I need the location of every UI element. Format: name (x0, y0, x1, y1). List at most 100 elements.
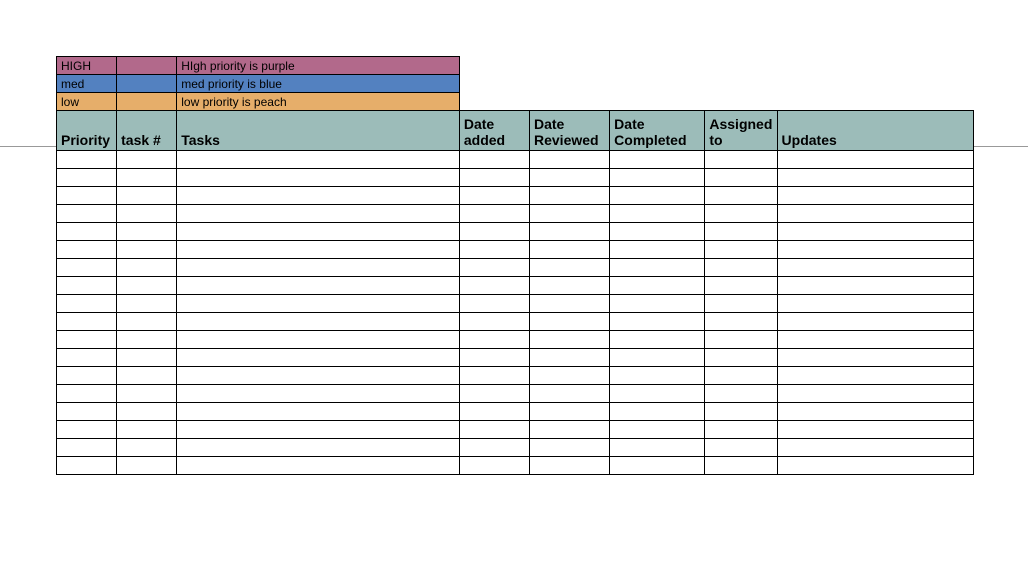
table-cell[interactable] (530, 349, 610, 367)
table-cell[interactable] (459, 349, 529, 367)
table-cell[interactable] (177, 349, 460, 367)
table-cell[interactable] (57, 277, 117, 295)
table-cell[interactable] (459, 313, 529, 331)
table-cell[interactable] (777, 223, 973, 241)
table-cell[interactable] (177, 151, 460, 169)
table-cell[interactable] (117, 187, 177, 205)
table-cell[interactable] (705, 295, 777, 313)
table-cell[interactable] (117, 151, 177, 169)
table-cell[interactable] (777, 277, 973, 295)
table-cell[interactable] (177, 439, 460, 457)
table-cell[interactable] (530, 439, 610, 457)
table-cell[interactable] (459, 151, 529, 169)
table-cell[interactable] (705, 205, 777, 223)
table-cell[interactable] (777, 187, 973, 205)
table-cell[interactable] (777, 295, 973, 313)
table-cell[interactable] (777, 439, 973, 457)
table-cell[interactable] (57, 151, 117, 169)
table-cell[interactable] (459, 205, 529, 223)
table-cell[interactable] (705, 403, 777, 421)
table-cell[interactable] (57, 331, 117, 349)
table-cell[interactable] (117, 421, 177, 439)
table-cell[interactable] (530, 241, 610, 259)
table-cell[interactable] (57, 223, 117, 241)
table-cell[interactable] (777, 385, 973, 403)
table-cell[interactable] (57, 367, 117, 385)
table-cell[interactable] (610, 349, 705, 367)
table-cell[interactable] (117, 349, 177, 367)
table-cell[interactable] (177, 385, 460, 403)
table-cell[interactable] (610, 295, 705, 313)
table-cell[interactable] (459, 385, 529, 403)
table-cell[interactable] (530, 367, 610, 385)
table-cell[interactable] (705, 331, 777, 349)
table-cell[interactable] (777, 313, 973, 331)
table-cell[interactable] (530, 385, 610, 403)
table-cell[interactable] (777, 151, 973, 169)
table-cell[interactable] (177, 187, 460, 205)
table-cell[interactable] (459, 367, 529, 385)
table-cell[interactable] (705, 349, 777, 367)
table-cell[interactable] (459, 295, 529, 313)
table-cell[interactable] (117, 241, 177, 259)
table-cell[interactable] (177, 241, 460, 259)
table-cell[interactable] (117, 403, 177, 421)
table-cell[interactable] (777, 169, 973, 187)
table-cell[interactable] (117, 385, 177, 403)
table-cell[interactable] (705, 241, 777, 259)
table-cell[interactable] (57, 241, 117, 259)
table-cell[interactable] (177, 169, 460, 187)
table-cell[interactable] (177, 259, 460, 277)
table-cell[interactable] (57, 187, 117, 205)
table-cell[interactable] (705, 169, 777, 187)
table-cell[interactable] (177, 367, 460, 385)
table-cell[interactable] (705, 151, 777, 169)
table-cell[interactable] (530, 151, 610, 169)
table-cell[interactable] (530, 295, 610, 313)
table-cell[interactable] (610, 277, 705, 295)
table-cell[interactable] (610, 385, 705, 403)
table-cell[interactable] (610, 241, 705, 259)
table-cell[interactable] (610, 151, 705, 169)
table-cell[interactable] (530, 421, 610, 439)
table-cell[interactable] (459, 403, 529, 421)
table-cell[interactable] (610, 367, 705, 385)
table-cell[interactable] (177, 331, 460, 349)
table-cell[interactable] (117, 331, 177, 349)
table-cell[interactable] (777, 403, 973, 421)
table-cell[interactable] (610, 259, 705, 277)
table-cell[interactable] (57, 385, 117, 403)
table-cell[interactable] (57, 205, 117, 223)
table-cell[interactable] (177, 277, 460, 295)
table-cell[interactable] (459, 277, 529, 295)
table-cell[interactable] (459, 457, 529, 475)
table-cell[interactable] (530, 205, 610, 223)
table-cell[interactable] (57, 457, 117, 475)
table-cell[interactable] (117, 313, 177, 331)
table-cell[interactable] (117, 205, 177, 223)
table-cell[interactable] (57, 295, 117, 313)
table-cell[interactable] (610, 205, 705, 223)
table-cell[interactable] (610, 403, 705, 421)
table-cell[interactable] (177, 205, 460, 223)
table-cell[interactable] (57, 259, 117, 277)
table-cell[interactable] (57, 349, 117, 367)
table-cell[interactable] (610, 421, 705, 439)
table-cell[interactable] (530, 313, 610, 331)
table-cell[interactable] (177, 313, 460, 331)
table-cell[interactable] (777, 367, 973, 385)
table-cell[interactable] (117, 223, 177, 241)
table-cell[interactable] (705, 277, 777, 295)
table-cell[interactable] (530, 277, 610, 295)
table-cell[interactable] (57, 313, 117, 331)
table-cell[interactable] (705, 259, 777, 277)
table-cell[interactable] (705, 439, 777, 457)
table-cell[interactable] (459, 439, 529, 457)
table-cell[interactable] (530, 223, 610, 241)
table-cell[interactable] (777, 421, 973, 439)
table-cell[interactable] (459, 187, 529, 205)
table-cell[interactable] (459, 241, 529, 259)
table-cell[interactable] (57, 439, 117, 457)
table-cell[interactable] (610, 313, 705, 331)
table-cell[interactable] (777, 205, 973, 223)
